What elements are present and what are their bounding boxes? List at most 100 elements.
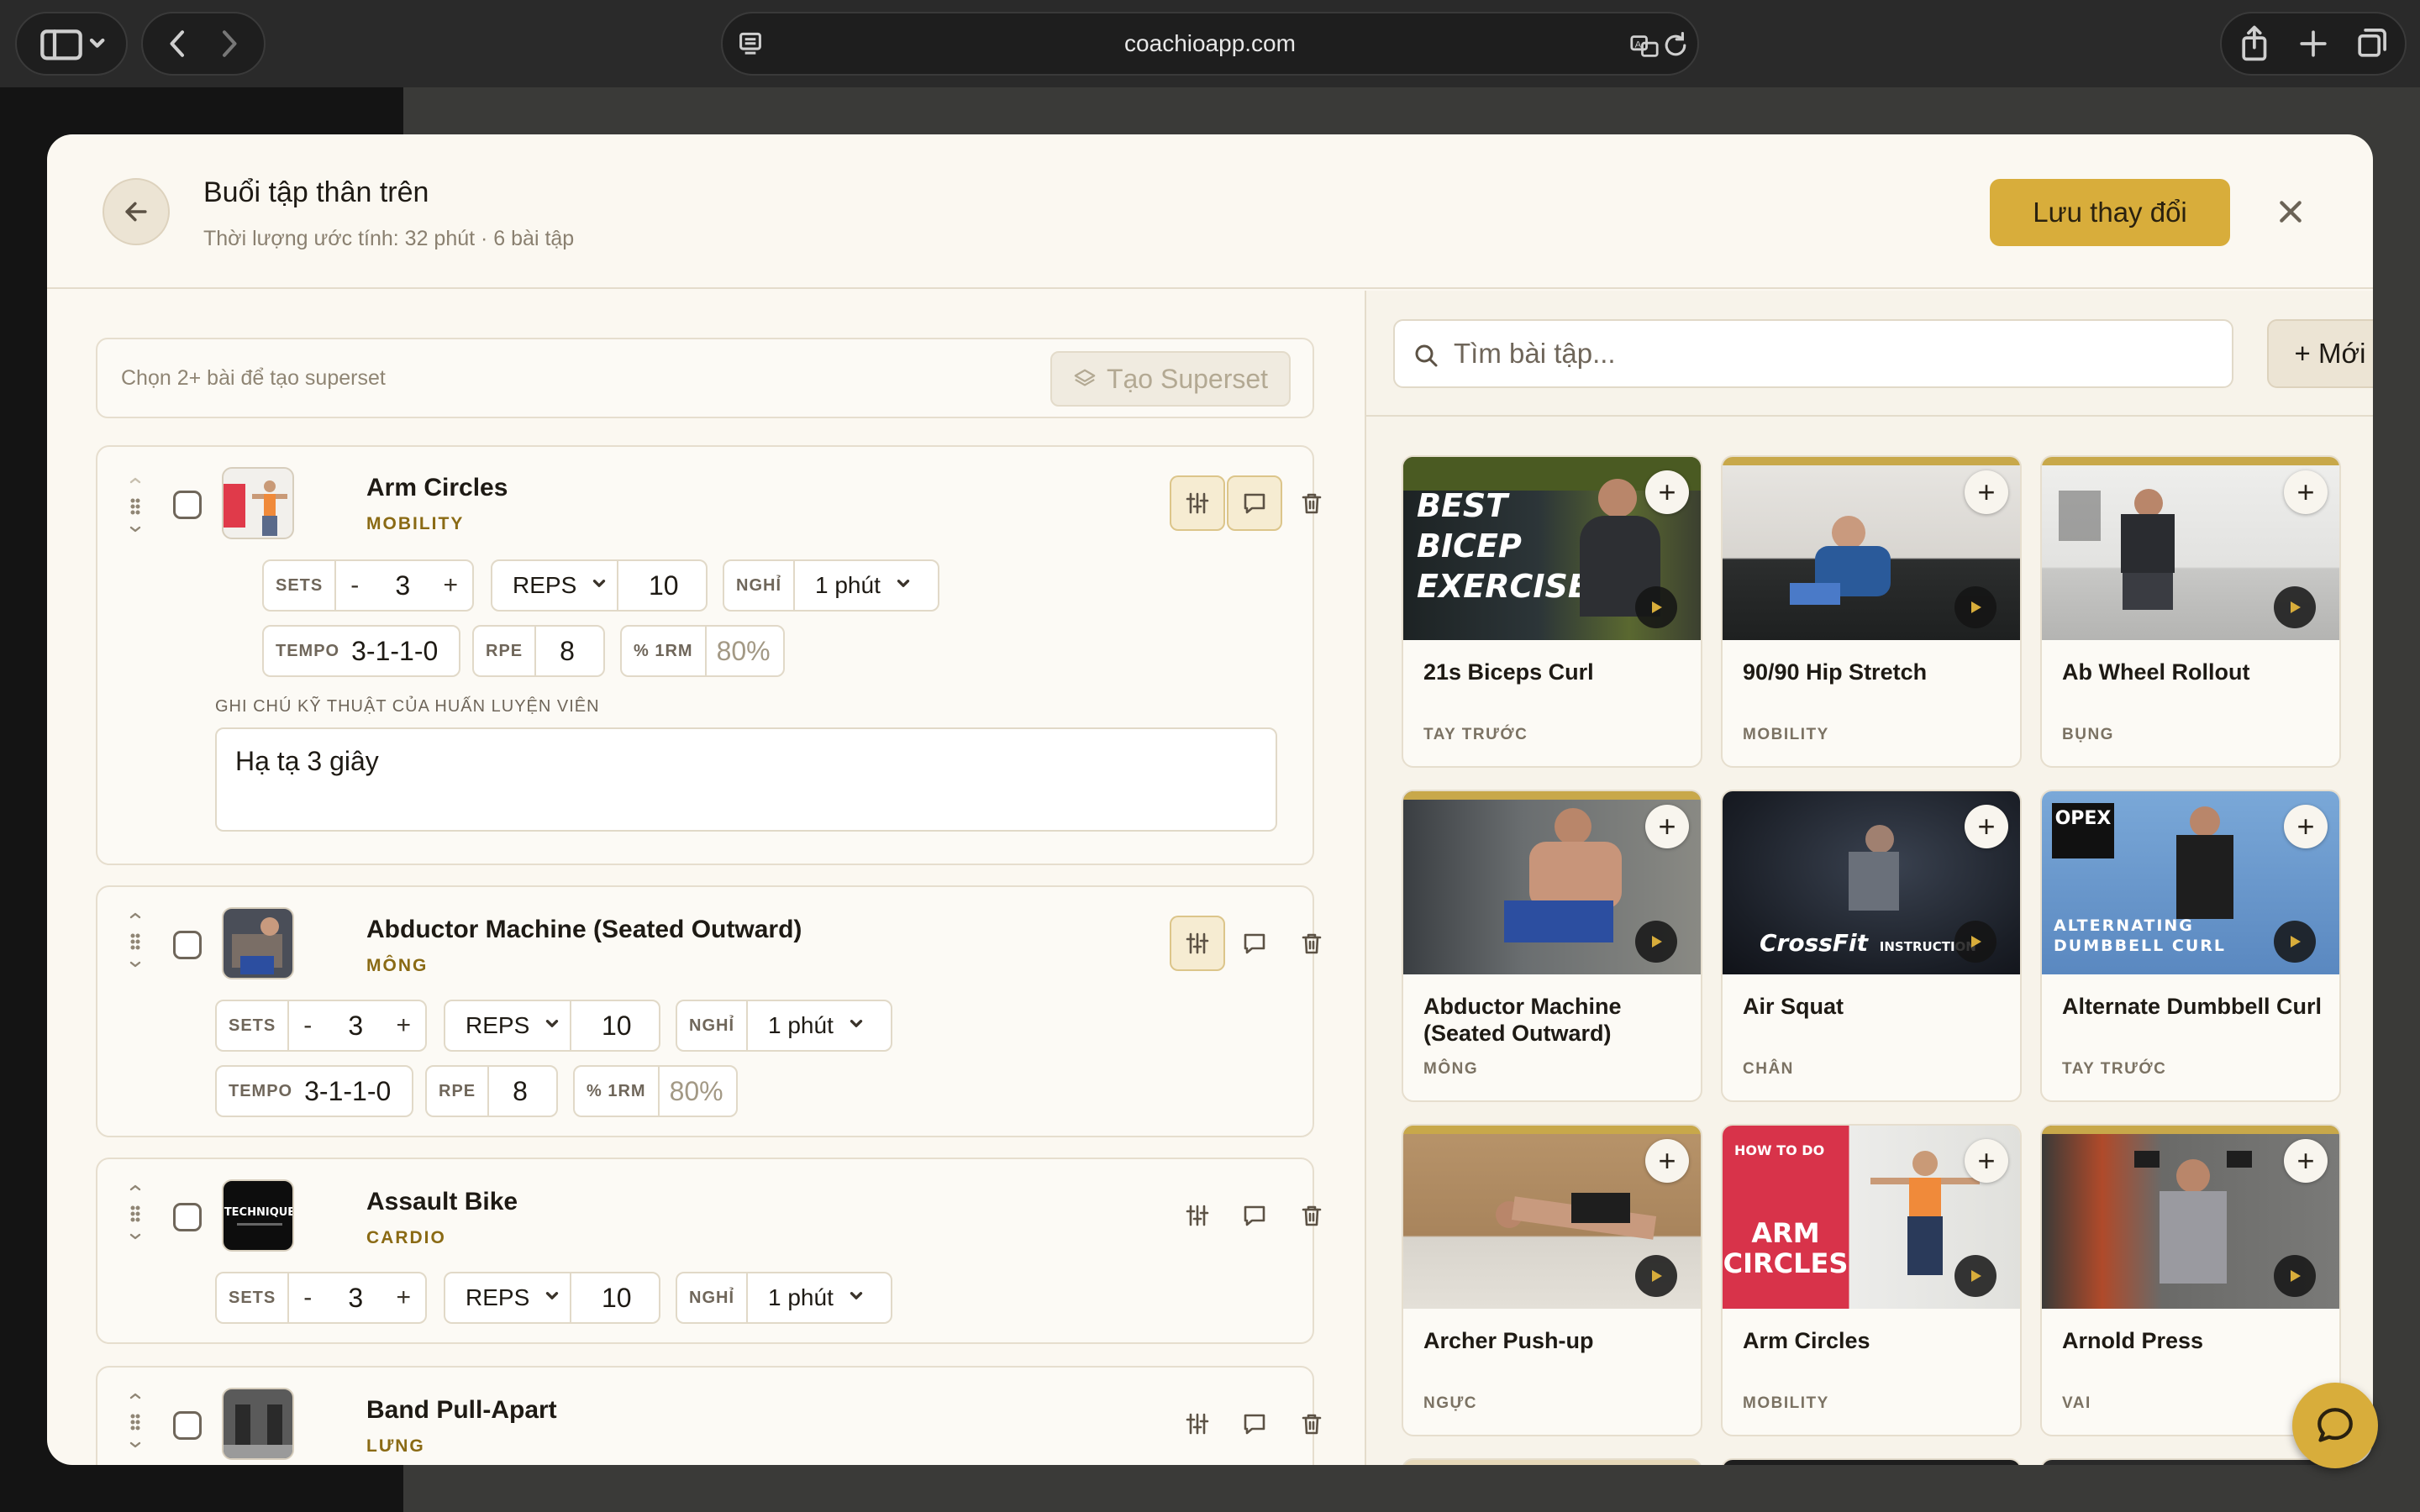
- exercise-select-checkbox[interactable]: [173, 931, 202, 959]
- sets-increment-button[interactable]: +: [385, 1284, 422, 1312]
- play-video-button[interactable]: [1635, 586, 1677, 628]
- trash-icon: [1302, 933, 1322, 954]
- play-video-button[interactable]: [2274, 1255, 2316, 1297]
- reps-mode-select[interactable]: REPS: [445, 1001, 571, 1050]
- translate-icon[interactable]: A: [1628, 30, 1660, 62]
- library-card[interactable]: + Ab Wheel Rollout BỤNG: [2040, 455, 2341, 768]
- library-search-input[interactable]: [1454, 333, 2210, 375]
- library-card[interactable]: BEST BICEP EXERCISE + 21s Biceps Curl TA…: [1402, 455, 1702, 768]
- add-exercise-button[interactable]: +: [1645, 470, 1689, 514]
- rest-select[interactable]: 1 phút: [748, 1284, 877, 1311]
- drag-handle-icon[interactable]: [126, 477, 145, 540]
- drag-handle-icon[interactable]: [126, 1393, 145, 1456]
- play-video-button[interactable]: [1635, 921, 1677, 963]
- exercise-select-checkbox[interactable]: [173, 1203, 202, 1231]
- workout-title: Buổi tập thân trên: [203, 176, 429, 208]
- sets-increment-button[interactable]: +: [385, 1011, 422, 1040]
- chat-support-button[interactable]: [2292, 1383, 2378, 1468]
- sets-value[interactable]: 3: [373, 570, 432, 601]
- rest-label: NGHỈ: [677, 1273, 748, 1322]
- sets-field: SETS - 3 +: [262, 559, 474, 612]
- play-video-button[interactable]: [1954, 1255, 1996, 1297]
- advanced-params-button[interactable]: [1170, 1188, 1225, 1243]
- thumbnail-overlay-text: BEST BICEP EXERCISE: [1417, 487, 1590, 605]
- play-video-button[interactable]: [1954, 921, 1996, 963]
- sidebar-toggle-button[interactable]: [15, 12, 128, 76]
- add-exercise-button[interactable]: +: [1965, 1139, 2008, 1183]
- sets-decrement-button[interactable]: -: [289, 1011, 326, 1040]
- advanced-params-button[interactable]: [1170, 1396, 1225, 1452]
- play-video-button[interactable]: [1954, 586, 1996, 628]
- pct-1rm-input[interactable]: 80%: [660, 1076, 734, 1107]
- rpe-value[interactable]: 8: [489, 1076, 538, 1107]
- reps-mode-select[interactable]: REPS: [445, 1273, 571, 1322]
- back-button[interactable]: [103, 178, 170, 245]
- address-bar[interactable]: coachioapp.com A: [721, 12, 1699, 76]
- notes-toggle-button[interactable]: [1227, 1188, 1282, 1243]
- tempo-value[interactable]: 3-1-1-0: [351, 636, 448, 667]
- library-card[interactable]: [2040, 1458, 2341, 1465]
- sets-decrement-button[interactable]: -: [336, 571, 373, 600]
- save-changes-button[interactable]: Lưu thay đổi: [1990, 179, 2230, 246]
- play-icon: [2291, 601, 2301, 613]
- notes-toggle-button[interactable]: [1227, 916, 1282, 971]
- add-exercise-button[interactable]: +: [1965, 470, 2008, 514]
- rest-select[interactable]: 1 phút: [748, 1012, 877, 1039]
- play-icon: [1971, 601, 1981, 613]
- library-card[interactable]: [1402, 1458, 1702, 1465]
- drag-handle-icon[interactable]: [126, 1184, 145, 1247]
- delete-exercise-button[interactable]: [1284, 1396, 1339, 1452]
- library-card[interactable]: CrossFit INSTRUCTION + Air Squat CHÂN: [1721, 790, 2022, 1102]
- rpe-value[interactable]: 8: [536, 636, 585, 667]
- exercise-select-checkbox[interactable]: [173, 491, 202, 519]
- new-exercise-button[interactable]: + Mới: [2267, 319, 2373, 388]
- delete-exercise-button[interactable]: [1284, 916, 1339, 971]
- play-icon: [1971, 1270, 1981, 1282]
- history-nav: [141, 12, 266, 76]
- add-exercise-button[interactable]: +: [2284, 470, 2328, 514]
- library-exercise-name: Arnold Press: [2062, 1328, 2204, 1353]
- play-video-button[interactable]: [2274, 586, 2316, 628]
- library-card[interactable]: HOW TO DO ARM CIRCLES + Arm Circles MOBI…: [1721, 1124, 2022, 1436]
- reps-mode-select[interactable]: REPS: [492, 561, 618, 610]
- sets-increment-button[interactable]: +: [432, 571, 469, 600]
- reps-value[interactable]: 10: [618, 570, 689, 601]
- library-card[interactable]: + Arnold Press VAI: [2040, 1124, 2341, 1436]
- library-card[interactable]: + 90/90 Hip Stretch MOBILITY: [1721, 455, 2022, 768]
- sets-value[interactable]: 3: [326, 1011, 385, 1042]
- reps-value[interactable]: 10: [571, 1011, 642, 1042]
- delete-exercise-button[interactable]: [1284, 475, 1339, 531]
- create-superset-button[interactable]: Tạo Superset: [1050, 351, 1291, 407]
- drag-handle-icon[interactable]: [126, 912, 145, 975]
- add-exercise-button[interactable]: +: [1965, 805, 2008, 848]
- exercise-select-checkbox[interactable]: [173, 1411, 202, 1440]
- library-card[interactable]: + Abductor Machine (Seated Outward) MÔNG: [1402, 790, 1702, 1102]
- close-icon[interactable]: [2274, 195, 2307, 228]
- notes-toggle-button[interactable]: [1227, 1396, 1282, 1452]
- library-card[interactable]: [1721, 1458, 2022, 1465]
- add-exercise-button[interactable]: +: [1645, 1139, 1689, 1183]
- pct-1rm-label: % 1RM: [622, 627, 707, 675]
- coach-notes-textarea[interactable]: Hạ tạ 3 giây: [215, 727, 1277, 832]
- library-card[interactable]: + Archer Push-up NGỰC: [1402, 1124, 1702, 1436]
- add-exercise-button[interactable]: +: [2284, 1139, 2328, 1183]
- exercise-category: LƯNG: [366, 1436, 425, 1456]
- reps-field: REPS 10: [444, 1000, 660, 1052]
- reps-value[interactable]: 10: [571, 1283, 642, 1314]
- sets-decrement-button[interactable]: -: [289, 1284, 326, 1312]
- rest-select[interactable]: 1 phút: [795, 572, 924, 599]
- advanced-params-button[interactable]: [1170, 916, 1225, 971]
- reload-icon[interactable]: [1660, 30, 1691, 60]
- add-exercise-button[interactable]: +: [2284, 805, 2328, 848]
- add-exercise-button[interactable]: +: [1645, 805, 1689, 848]
- advanced-params-button[interactable]: [1170, 475, 1225, 531]
- sets-value[interactable]: 3: [326, 1283, 385, 1314]
- play-video-button[interactable]: [2274, 921, 2316, 963]
- notes-toggle-button[interactable]: [1227, 475, 1282, 531]
- tempo-value[interactable]: 3-1-1-0: [304, 1076, 401, 1107]
- play-video-button[interactable]: [1635, 1255, 1677, 1297]
- library-card[interactable]: OPEX ALTERNATING DUMBBELL CURL + Alterna…: [2040, 790, 2341, 1102]
- rest-value: 1 phút: [768, 1012, 834, 1038]
- pct-1rm-input[interactable]: 80%: [707, 636, 781, 667]
- delete-exercise-button[interactable]: [1284, 1188, 1339, 1243]
